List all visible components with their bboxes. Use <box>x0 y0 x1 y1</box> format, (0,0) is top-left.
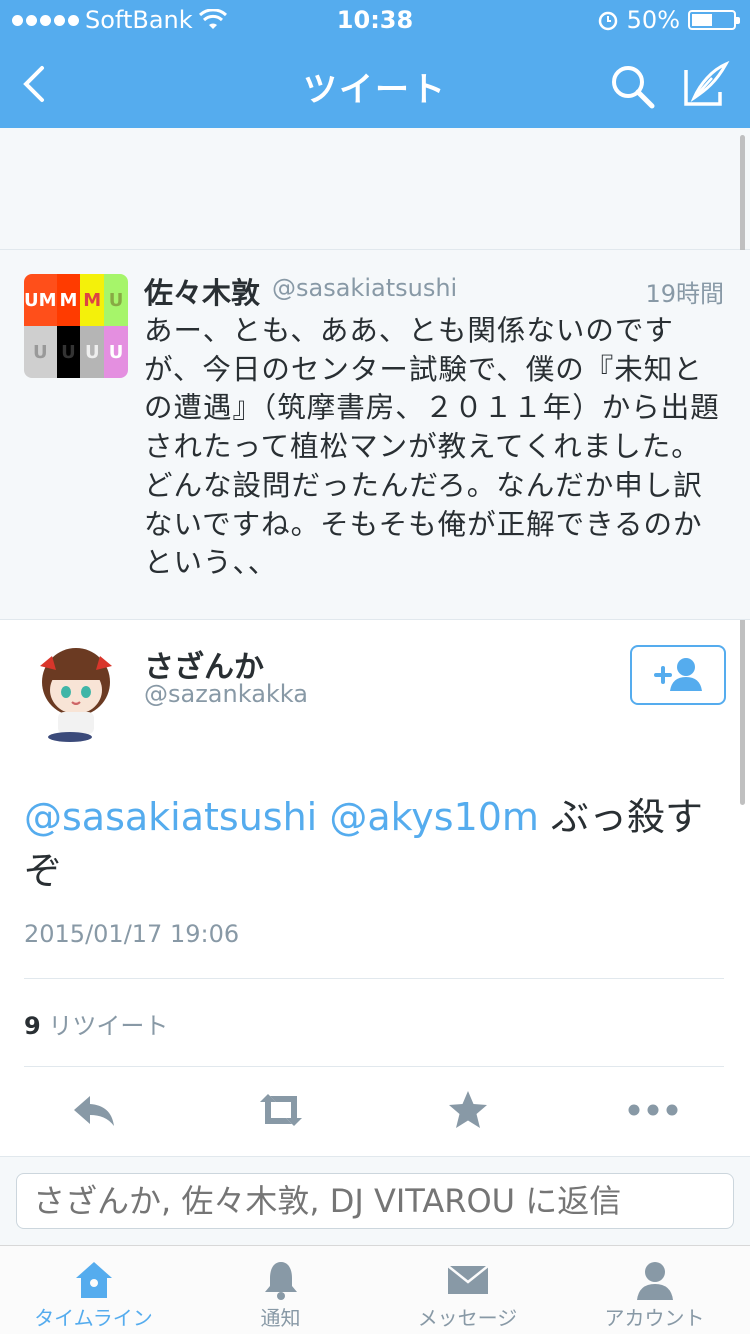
avatar-tile: M <box>56 274 81 326</box>
avatar-tile: U <box>56 326 81 378</box>
retweet-icon[interactable] <box>254 1088 308 1132</box>
tab-notifications[interactable]: 通知 <box>187 1246 374 1334</box>
tweet-text: あー、とも、ああ、とも関係ないのですが、今日のセンター試験で、僕の『未知との遭遇… <box>144 314 720 580</box>
tweet-date: 2015/01/17 19:06 <box>24 920 240 948</box>
tweet-text: @sasakiatsushi @akys10m ぶっ殺すぞ <box>24 790 724 898</box>
retweet-label: リツイート <box>48 1012 169 1040</box>
avatar-tile: U <box>80 326 105 378</box>
reply-icon[interactable] <box>70 1088 118 1132</box>
battery-icon <box>688 10 740 30</box>
avatar-tile: M <box>80 274 105 326</box>
envelope-icon <box>447 1265 489 1294</box>
nav-bar: ツイート <box>0 40 750 128</box>
tab-label: 通知 <box>260 1306 301 1330</box>
compose-icon[interactable] <box>682 60 730 108</box>
add-user-icon <box>654 658 702 691</box>
person-icon <box>637 1262 673 1300</box>
avatar[interactable]: UM M M U U U U U <box>24 274 128 378</box>
bell-icon <box>265 1262 297 1300</box>
battery-group: 50% <box>597 6 740 34</box>
author-handle[interactable]: @sasakiatsushi <box>272 274 457 302</box>
retweet-stats[interactable]: 9 リツイート <box>24 1006 168 1041</box>
avatar-tile: U <box>24 326 57 378</box>
tab-label: メッセージ <box>417 1306 518 1330</box>
top-bar: SoftBank 10:38 50% ツイート <box>0 0 750 128</box>
avatar-tile: U <box>104 274 128 326</box>
search-icon[interactable] <box>608 62 656 110</box>
author-name[interactable]: 佐々木敦 <box>144 270 260 312</box>
tab-messages[interactable]: メッセージ <box>374 1246 561 1334</box>
home-icon <box>76 1262 112 1298</box>
tab-timeline[interactable]: タイムライン <box>0 1246 187 1334</box>
battery-percent: 50% <box>626 6 680 34</box>
reply-bar <box>0 1157 750 1245</box>
mention-link[interactable]: @sasakiatsushi <box>24 795 317 839</box>
avatar[interactable] <box>30 642 122 742</box>
more-icon[interactable] <box>626 1088 680 1132</box>
follow-button[interactable] <box>630 645 726 705</box>
parent-tweet[interactable]: UM M M U U U U U 佐々木敦 @sasakiatsushi 19時… <box>0 250 750 620</box>
tab-label: タイムライン <box>34 1306 153 1330</box>
avatar-tile: UM <box>24 274 57 326</box>
divider <box>24 978 724 979</box>
tab-bar: タイムライン 通知 メッセージ アカウント <box>0 1245 750 1334</box>
tab-account[interactable]: アカウント <box>561 1246 748 1334</box>
divider <box>24 1066 724 1067</box>
tab-label: アカウント <box>604 1306 705 1330</box>
reply-input[interactable] <box>16 1173 734 1229</box>
star-icon[interactable] <box>444 1088 492 1132</box>
avatar-tile: U <box>104 326 128 378</box>
mention-link[interactable]: @akys10m <box>329 795 539 839</box>
tweet-time: 19時間 <box>645 280 724 308</box>
retweet-count: 9 <box>24 1012 41 1040</box>
author-handle[interactable]: @sazankakka <box>144 680 308 708</box>
status-bar: SoftBank 10:38 50% <box>0 0 750 40</box>
conversation-gap <box>0 128 750 250</box>
alarm-icon <box>598 11 617 31</box>
